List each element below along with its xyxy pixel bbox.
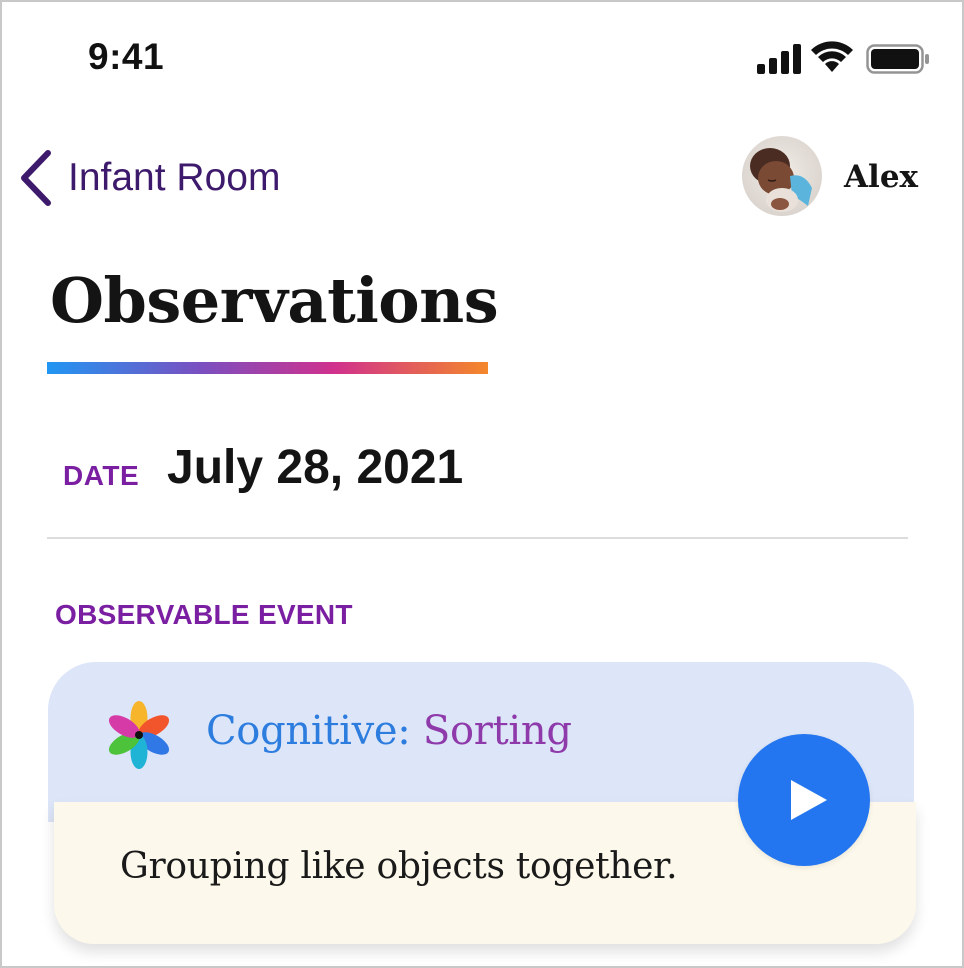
date-label: DATE <box>63 460 140 491</box>
user-name: Alex <box>844 159 919 195</box>
battery-icon <box>866 44 929 74</box>
divider <box>47 537 908 539</box>
event-name: Sorting <box>422 708 572 754</box>
title-underline <box>47 362 488 374</box>
flower-icon <box>108 701 170 769</box>
play-icon <box>791 780 827 820</box>
signal-icon <box>757 44 801 74</box>
observable-event-label: OBSERVABLE EVENT <box>55 599 353 630</box>
date-value[interactable]: July 28, 2021 <box>167 440 463 495</box>
event-category: Cognitive: <box>206 708 411 754</box>
event-card[interactable]: Cognitive: Sorting Grouping like objects… <box>48 662 916 944</box>
page-title: Observations <box>50 264 499 337</box>
status-time: 9:41 <box>88 36 165 77</box>
play-button[interactable] <box>738 734 870 866</box>
child-avatar-image <box>742 136 822 216</box>
wifi-icon <box>811 41 853 72</box>
app-screen: 9:41 Infant Room Alex Observations DATE … <box>0 0 964 968</box>
avatar[interactable] <box>742 136 822 216</box>
back-button[interactable]: Infant Room <box>18 146 280 210</box>
back-label: Infant Room <box>68 156 281 199</box>
event-description: Grouping like objects together. <box>120 846 678 887</box>
event-title: Cognitive: Sorting <box>206 708 572 754</box>
chevron-left-icon <box>21 150 51 206</box>
